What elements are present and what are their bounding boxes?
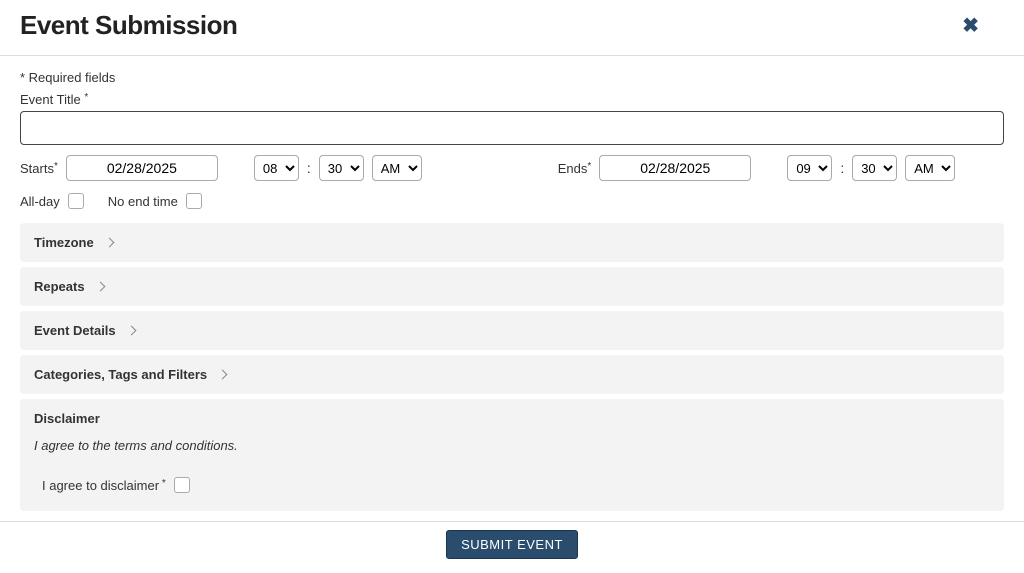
start-hour-select[interactable]: 08 [254,155,299,181]
allday-checkbox[interactable] [68,193,84,209]
disclaimer-text: I agree to the terms and conditions. [34,438,990,453]
chevron-right-icon [218,370,228,380]
disclaimer-agree-checkbox[interactable] [174,477,190,493]
disclaimer-section: Disclaimer I agree to the terms and cond… [20,399,1004,511]
noend-checkbox[interactable] [186,193,202,209]
accordion-timezone-label: Timezone [34,235,94,250]
end-hour-select[interactable]: 09 [787,155,832,181]
chevron-right-icon [126,326,136,336]
allday-label: All-day [20,194,60,209]
noend-label: No end time [108,194,178,209]
end-date-input[interactable] [599,155,751,181]
event-title-input[interactable] [20,111,1004,145]
ends-label: Ends* [558,161,592,176]
accordion-timezone[interactable]: Timezone [20,223,1004,262]
end-ampm-select[interactable]: AM [905,155,955,181]
disclaimer-agree-label: I agree to disclaimer * [42,478,166,493]
start-date-input[interactable] [66,155,218,181]
starts-label: Starts* [20,161,58,176]
accordion-repeats[interactable]: Repeats [20,267,1004,306]
accordion-repeats-label: Repeats [34,279,85,294]
accordion-event-details[interactable]: Event Details [20,311,1004,350]
chevron-right-icon [95,282,105,292]
time-colon: : [840,160,844,176]
close-icon[interactable]: ✖ [962,13,1004,38]
chevron-right-icon [104,238,114,248]
event-title-label: Event Title * [20,92,88,107]
required-fields-note: * Required fields [20,70,1004,85]
accordion-details-label: Event Details [34,323,116,338]
time-colon: : [307,160,311,176]
modal-title: Event Submission [20,10,237,41]
start-ampm-select[interactable]: AM [372,155,422,181]
start-minute-select[interactable]: 30 [319,155,364,181]
disclaimer-title: Disclaimer [34,411,990,426]
submit-button[interactable]: SUBMIT EVENT [446,530,578,559]
accordion-categories-label: Categories, Tags and Filters [34,367,207,382]
accordion-categories[interactable]: Categories, Tags and Filters [20,355,1004,394]
end-minute-select[interactable]: 30 [852,155,897,181]
